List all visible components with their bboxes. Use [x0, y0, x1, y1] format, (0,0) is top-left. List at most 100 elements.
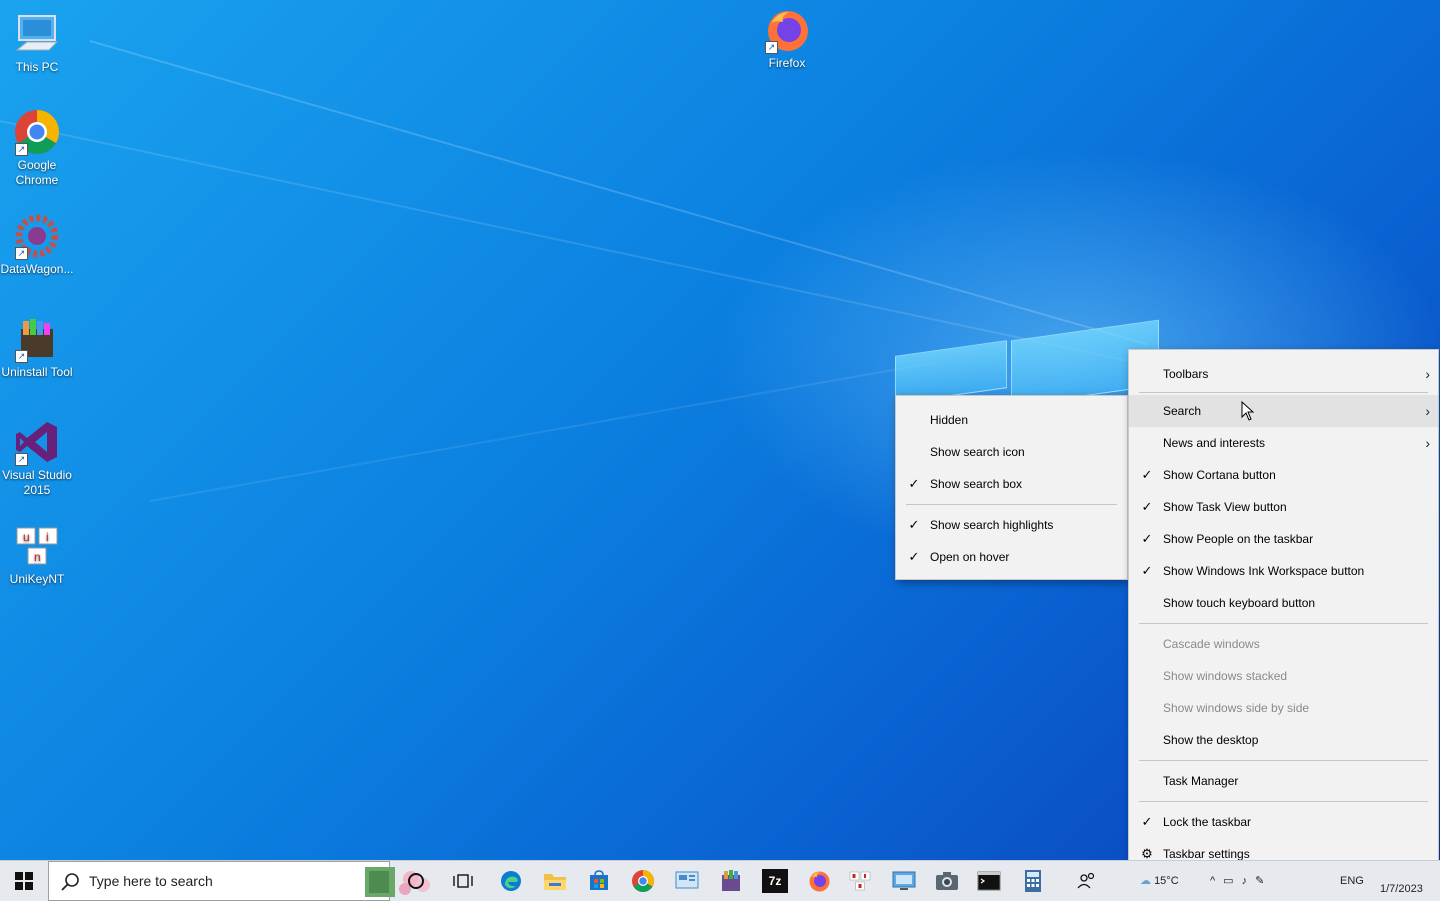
desktop-icon-this-pc[interactable]: This PC — [0, 10, 75, 75]
menu-separator — [1139, 392, 1428, 393]
search-option-open-on-hover[interactable]: ✓ Open on hover — [896, 541, 1127, 573]
firefox-icon — [809, 871, 830, 892]
search-option-show-search-icon[interactable]: Show search icon — [896, 436, 1127, 468]
menu-item-label: Search — [1163, 404, 1202, 418]
uninstall-tool-icon: ↗ — [13, 315, 61, 363]
taskbar-terminal[interactable] — [967, 861, 1011, 901]
checkmark-icon: ✓ — [1141, 499, 1153, 514]
menu-item-news-and-interests[interactable]: News and interests › — [1129, 427, 1438, 459]
taskbar-unikey[interactable] — [838, 861, 882, 901]
weather-temperature[interactable]: ☁ 15°C — [1140, 861, 1179, 901]
menu-item-label: Show touch keyboard button — [1163, 596, 1316, 610]
taskbar-store[interactable] — [577, 861, 621, 901]
menu-item-label: Hidden — [930, 413, 969, 427]
shortcut-arrow-icon: ↗ — [15, 350, 28, 363]
checkmark-icon: ✓ — [908, 517, 920, 532]
desktop-icon-uninstall-tool[interactable]: ↗ Uninstall Tool — [0, 315, 75, 380]
winrar-icon — [722, 870, 740, 891]
desktop-icon-label: Google Chrome — [15, 158, 59, 187]
cortana-button[interactable] — [394, 861, 438, 901]
menu-item-show-task-view-button[interactable]: ✓ Show Task View button — [1129, 491, 1438, 523]
calculator-icon — [1025, 870, 1041, 892]
desktop-icon-label: Uninstall Tool — [1, 365, 73, 379]
taskbar-calculator[interactable] — [1011, 861, 1055, 901]
shortcut-arrow-icon: ↗ — [15, 143, 28, 156]
menu-item-label: Show Cortana button — [1163, 468, 1276, 482]
start-button[interactable] — [2, 861, 46, 901]
mouse-cursor-icon — [1241, 401, 1255, 421]
menu-item-task-manager[interactable]: Task Manager — [1129, 765, 1438, 797]
taskbar-remote-desktop[interactable] — [882, 861, 926, 901]
search-option-show-search-highlights[interactable]: ✓ Show search highlights — [896, 509, 1127, 541]
menu-item-label: Lock the taskbar — [1163, 815, 1252, 829]
task-view-icon — [453, 874, 473, 888]
desktop-icon-google-chrome[interactable]: ↗ Google Chrome — [0, 108, 75, 188]
taskbar-edge[interactable] — [489, 861, 533, 901]
taskbar-7zip[interactable]: 7z — [753, 861, 797, 901]
computer-icon — [13, 10, 61, 58]
store-icon — [590, 870, 608, 890]
menu-item-search[interactable]: Search › — [1129, 395, 1438, 427]
desktop-icon-visual-studio[interactable]: ↗ Visual Studio 2015 — [0, 418, 75, 498]
taskbar-firefox[interactable] — [797, 861, 841, 901]
menu-item-label: Show windows stacked — [1163, 669, 1288, 683]
taskbar[interactable]: Type here to search 7z ☁ 15°C ^▭♪✎ ENG 1… — [0, 860, 1440, 901]
desktop-icon-firefox[interactable]: ↗ Firefox — [749, 6, 825, 71]
taskbar-chrome[interactable] — [621, 861, 665, 901]
tray-icons[interactable]: ^▭♪✎ — [1210, 861, 1272, 901]
shortcut-arrow-icon: ↗ — [15, 453, 28, 466]
menu-item-label: Show search box — [930, 477, 1023, 491]
network-icon: ▭ — [1223, 875, 1242, 887]
light-ray — [150, 361, 939, 502]
desktop-icon-unikey[interactable]: u in UniKeyNT — [0, 522, 75, 587]
search-option-show-search-box[interactable]: ✓ Show search box — [896, 468, 1127, 500]
taskbar-file-explorer[interactable] — [533, 861, 577, 901]
menu-separator — [1139, 801, 1428, 802]
checkmark-icon: ✓ — [1141, 467, 1153, 482]
menu-item-label: Show Windows Ink Workspace button — [1163, 564, 1365, 578]
taskbar-control-panel[interactable] — [665, 861, 709, 901]
edge-icon — [501, 871, 521, 891]
file-explorer-icon — [544, 874, 566, 890]
menu-item-show-cortana-button[interactable]: ✓ Show Cortana button — [1129, 459, 1438, 491]
remote-desktop-icon — [892, 871, 916, 890]
shortcut-arrow-icon: ↗ — [765, 41, 778, 54]
svg-text:i: i — [46, 530, 49, 544]
chevron-right-icon: › — [1425, 435, 1430, 451]
menu-item-lock-the-taskbar[interactable]: ✓ Lock the taskbar — [1129, 806, 1438, 838]
menu-item-show-windows-side-by-side: Show windows side by side — [1129, 692, 1438, 724]
taskbar-winrar[interactable] — [709, 861, 753, 901]
taskbar-camera[interactable] — [925, 861, 969, 901]
chevron-right-icon: › — [1425, 366, 1430, 382]
search-icon — [61, 873, 79, 891]
desktop-icon-datawagon[interactable]: ↗ DataWagon... — [0, 212, 75, 277]
terminal-icon — [977, 871, 1001, 891]
taskbar-search-box[interactable]: Type here to search — [48, 861, 430, 901]
menu-item-label: Show windows side by side — [1163, 701, 1310, 715]
menu-separator — [906, 504, 1117, 505]
cloud-icon: ☁ — [1140, 875, 1151, 887]
volume-icon: ♪ — [1241, 875, 1256, 887]
clock[interactable]: 1/7/2023 — [1380, 881, 1423, 921]
date-label: 1/7/2023 — [1380, 883, 1423, 895]
menu-item-show-touch-keyboard[interactable]: Show touch keyboard button — [1129, 587, 1438, 619]
menu-item-label: Cascade windows — [1163, 637, 1260, 651]
checkmark-icon: ✓ — [1141, 531, 1153, 546]
menu-item-show-windows-ink[interactable]: ✓ Show Windows Ink Workspace button — [1129, 555, 1438, 587]
checkmark-icon: ✓ — [1141, 814, 1153, 829]
windows-start-icon — [15, 872, 33, 890]
unikey-icon: u in — [13, 522, 61, 570]
menu-item-label: Toolbars — [1163, 367, 1209, 381]
search-option-hidden[interactable]: Hidden — [896, 404, 1127, 436]
people-button[interactable] — [1065, 861, 1109, 901]
language-indicator[interactable]: ENG — [1340, 861, 1364, 901]
cortana-icon — [408, 873, 424, 889]
menu-item-toolbars[interactable]: Toolbars › — [1129, 358, 1438, 390]
menu-item-show-the-desktop[interactable]: Show the desktop — [1129, 724, 1438, 756]
menu-item-show-people[interactable]: ✓ Show People on the taskbar — [1129, 523, 1438, 555]
task-view-button[interactable] — [441, 861, 485, 901]
menu-item-label: Show search icon — [930, 445, 1025, 459]
menu-item-label: Task Manager — [1163, 774, 1239, 788]
chrome-icon: ↗ — [13, 108, 61, 156]
search-submenu: Hidden Show search icon ✓ Show search bo… — [895, 395, 1128, 580]
